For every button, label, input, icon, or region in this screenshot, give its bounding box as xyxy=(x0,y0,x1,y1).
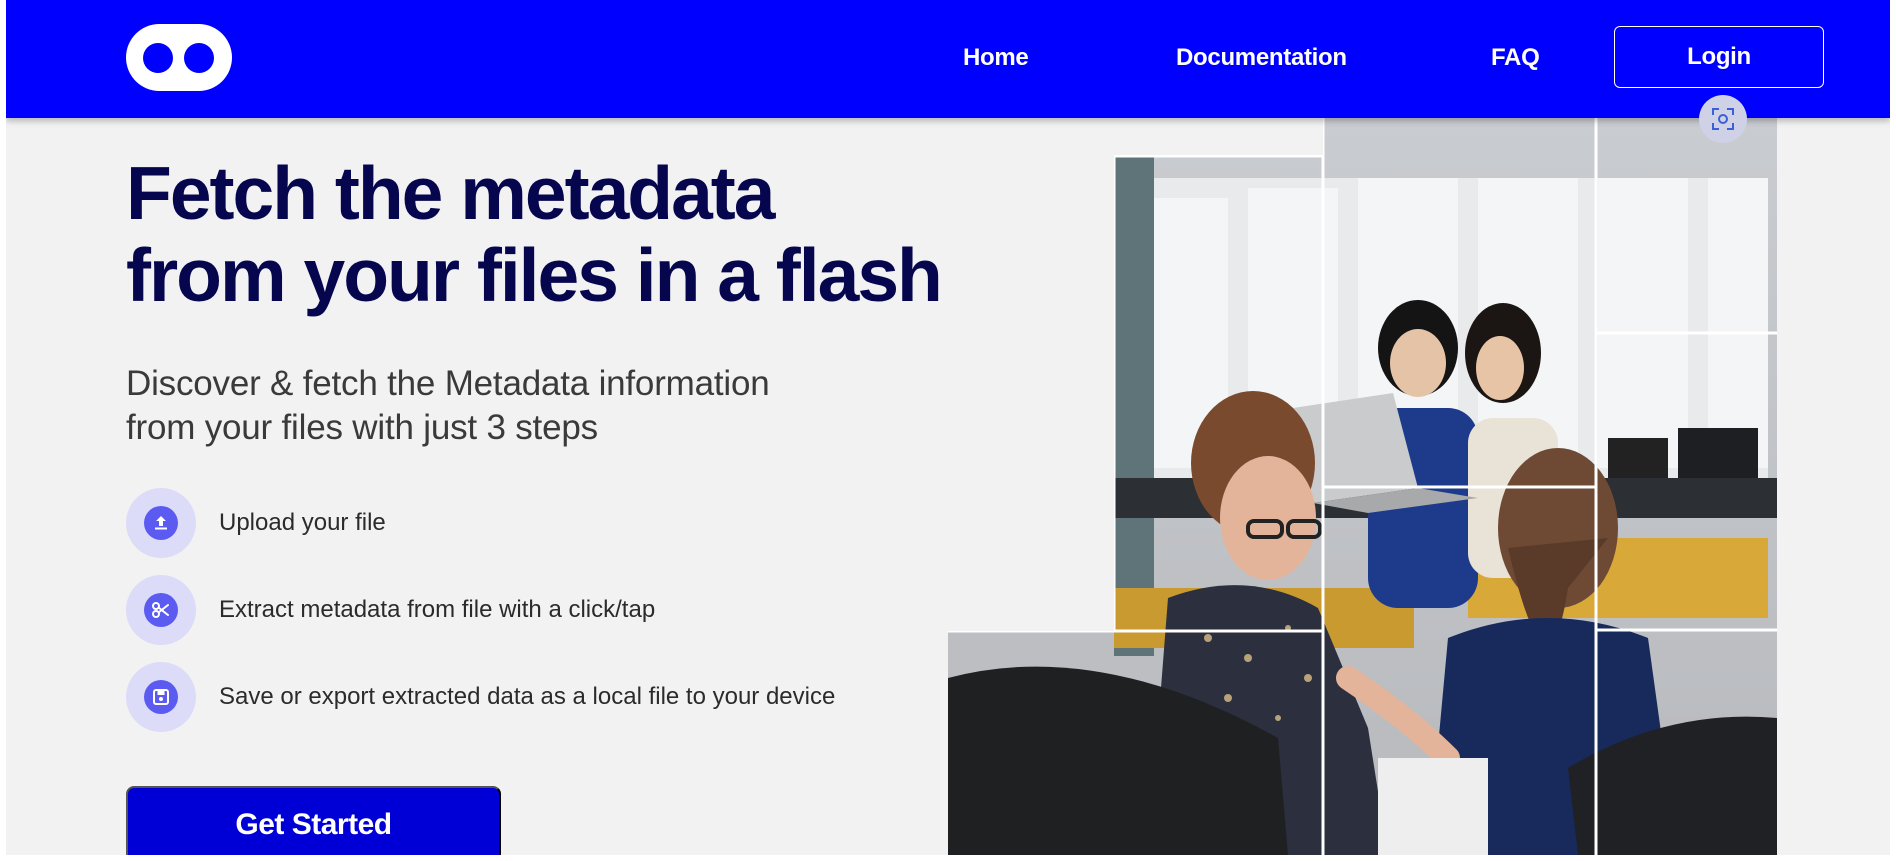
step-item-upload: Upload your file xyxy=(126,488,886,558)
login-button[interactable]: Login xyxy=(1614,26,1824,88)
nav-faq-link[interactable]: FAQ xyxy=(1491,42,1540,74)
save-icon xyxy=(144,680,178,714)
hero-subtitle-line-2: from your files with just 3 steps xyxy=(126,408,598,447)
screen-scan-button[interactable] xyxy=(1699,95,1747,143)
get-started-button[interactable]: Get Started xyxy=(126,786,501,855)
top-navbar: Home Documentation FAQ Login xyxy=(6,0,1890,118)
scissors-icon xyxy=(144,593,178,627)
step-label-upload: Upload your file xyxy=(219,509,386,536)
logo-left-eye xyxy=(143,43,173,73)
logo[interactable] xyxy=(126,24,232,91)
logo-right-eye xyxy=(184,43,214,73)
hero-title-line-2: from your files in a flash xyxy=(126,233,943,317)
hero-subtitle-line-1: Discover & fetch the Metadata informatio… xyxy=(126,364,770,403)
step-item-save: Save or export extracted data as a local… xyxy=(126,662,886,732)
hero-title: Fetch the metadata from your files in a … xyxy=(126,151,943,317)
step-item-extract: Extract metadata from file with a click/… xyxy=(126,575,886,645)
hero-office-photo xyxy=(948,118,1777,855)
step-label-save: Save or export extracted data as a local… xyxy=(219,683,836,710)
office-photo-illustration xyxy=(948,118,1777,855)
step-label-extract: Extract metadata from file with a click/… xyxy=(219,596,656,623)
scan-icon xyxy=(1712,108,1734,130)
page-frame: Home Documentation FAQ Login Fetch the m… xyxy=(6,0,1890,855)
nav-home-link[interactable]: Home xyxy=(963,42,1029,74)
hero-subtitle: Discover & fetch the Metadata informatio… xyxy=(126,362,886,450)
scissors-icon-circle xyxy=(126,575,196,645)
upload-icon xyxy=(144,506,178,540)
save-icon-circle xyxy=(126,662,196,732)
hero-title-line-1: Fetch the metadata xyxy=(126,151,776,235)
upload-icon-circle xyxy=(126,488,196,558)
nav-documentation-link[interactable]: Documentation xyxy=(1176,42,1347,74)
